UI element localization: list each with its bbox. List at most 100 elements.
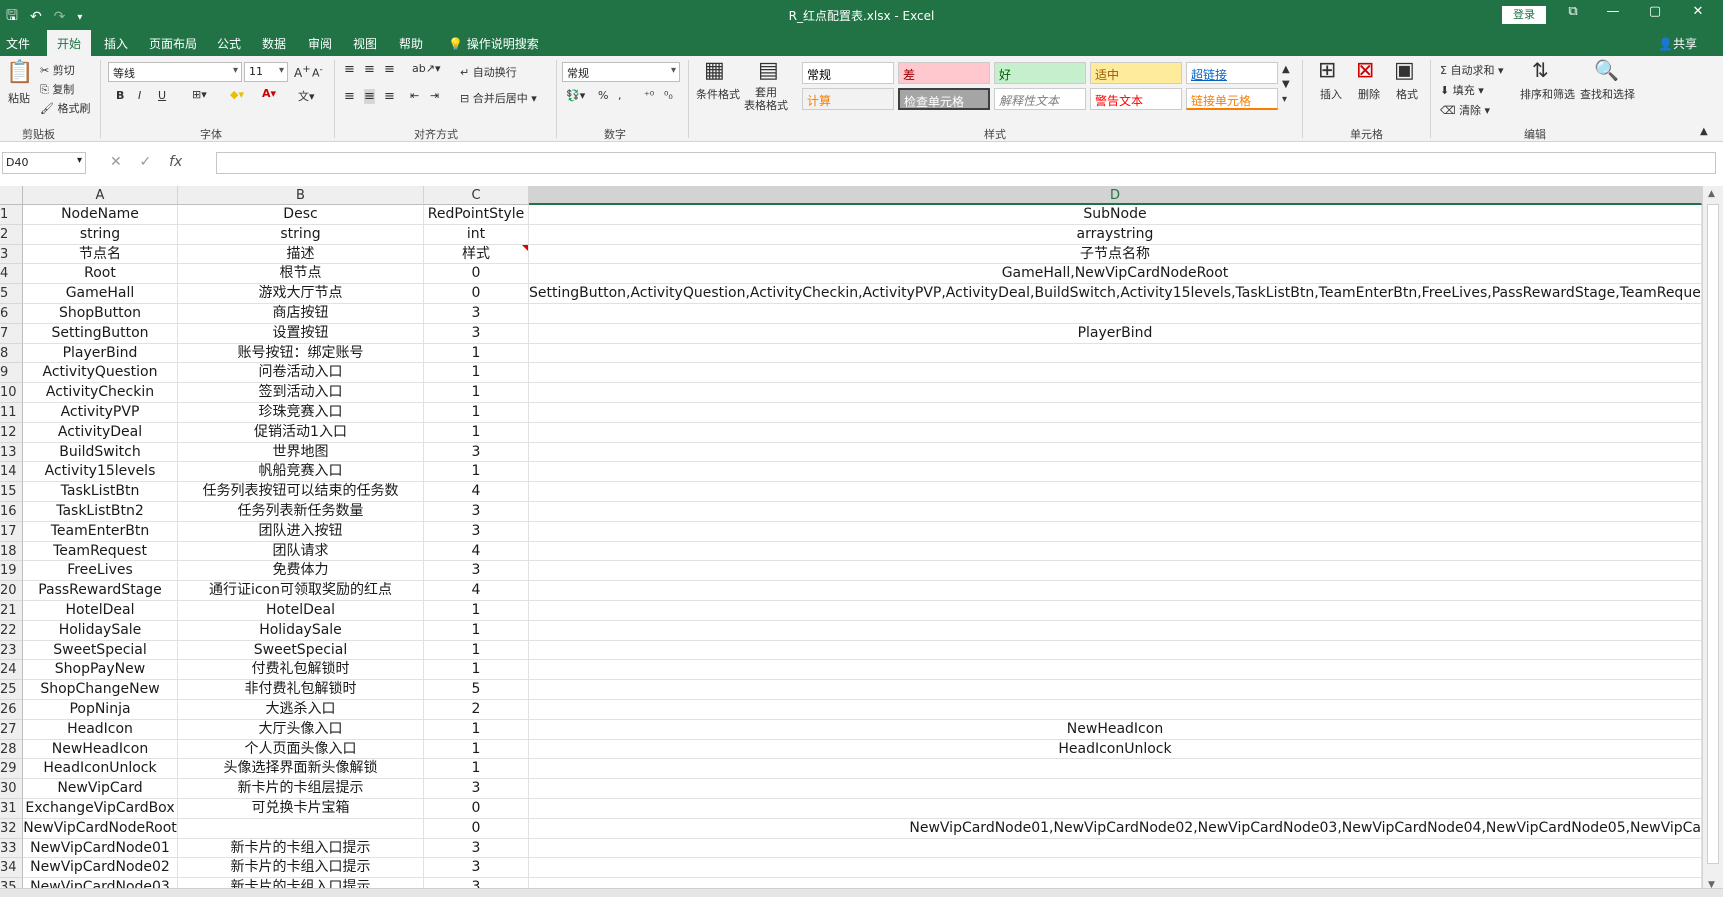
row-header[interactable]: 34: [0, 858, 23, 879]
minimize-icon[interactable]: —: [1590, 4, 1636, 19]
sort-filter-button[interactable]: 排序和筛选: [1520, 86, 1575, 102]
cell-a[interactable]: TeamEnterBtn: [23, 521, 178, 542]
cell-b[interactable]: 新卡片的卡组入口提示: [178, 858, 424, 879]
cell-d[interactable]: [529, 700, 1702, 720]
cell-b[interactable]: HotelDeal: [178, 601, 424, 621]
cell-c[interactable]: 1: [424, 462, 529, 483]
cut-button[interactable]: ✂ 剪切: [40, 62, 75, 78]
cell-b[interactable]: 问卷活动入口: [178, 363, 424, 384]
cell-d[interactable]: SettingButton,ActivityQuestion,ActivityC…: [529, 284, 1702, 304]
row-header[interactable]: 12: [0, 422, 23, 443]
cell-c[interactable]: 样式: [424, 244, 529, 265]
cell-a[interactable]: string: [23, 224, 178, 245]
cell-a[interactable]: Activity15levels: [23, 462, 178, 483]
cell-c[interactable]: 3: [424, 521, 529, 542]
cell-c[interactable]: 1: [424, 739, 529, 760]
cell-a[interactable]: 节点名: [23, 244, 178, 265]
login-button[interactable]: 登录: [1502, 6, 1546, 24]
decrease-decimal-icon[interactable]: ⁰₀: [664, 89, 673, 102]
cell-d[interactable]: NewVipCardNode01,NewVipCardNode02,NewVip…: [529, 818, 1702, 839]
increase-decimal-icon[interactable]: ⁺⁰: [644, 89, 654, 102]
cell-d[interactable]: arraystring: [529, 224, 1702, 245]
row-header[interactable]: 28: [0, 739, 23, 760]
borders-icon[interactable]: ⊞▾: [192, 88, 207, 101]
cell-b[interactable]: 大逃杀入口: [178, 700, 424, 720]
cell-d[interactable]: 子节点名称: [529, 244, 1702, 265]
row-header[interactable]: 20: [0, 581, 23, 601]
cell-d[interactable]: [529, 502, 1702, 522]
cell-a[interactable]: TaskListBtn2: [23, 502, 178, 522]
cell-b[interactable]: 帆船竞赛入口: [178, 462, 424, 483]
fill-color-icon[interactable]: ◆▾: [230, 88, 244, 101]
cell-c[interactable]: 3: [424, 858, 529, 879]
cell-c[interactable]: 0: [424, 818, 529, 839]
cell-d[interactable]: [529, 482, 1702, 502]
cell-b[interactable]: 账号按钮：绑定账号: [178, 343, 424, 364]
cell-d[interactable]: [529, 620, 1702, 641]
cell-b[interactable]: HolidaySale: [178, 620, 424, 641]
cell-d[interactable]: SubNode: [529, 205, 1702, 225]
styles-scroll-icon[interactable]: ▲ ▼ ▾: [1282, 62, 1290, 107]
cell-a[interactable]: SweetSpecial: [23, 640, 178, 661]
cell-b[interactable]: 游戏大厅节点: [178, 284, 424, 304]
shrink-font-button[interactable]: A-: [312, 64, 323, 80]
cell-d[interactable]: PlayerBind: [529, 323, 1702, 344]
cell-b[interactable]: 非付费礼包解锁时: [178, 680, 424, 700]
percent-icon[interactable]: %: [598, 89, 608, 102]
cell-b[interactable]: 商店按钮: [178, 304, 424, 324]
increase-indent-icon[interactable]: ⇥: [430, 89, 439, 102]
row-header[interactable]: 24: [0, 660, 23, 681]
row-header[interactable]: 5: [0, 284, 23, 304]
align-top-icon[interactable]: ≡: [344, 62, 355, 77]
column-header-c[interactable]: C: [424, 186, 529, 205]
style-good[interactable]: 好: [994, 62, 1086, 84]
paste-icon[interactable]: 📋: [6, 60, 33, 85]
cell-a[interactable]: NodeName: [23, 205, 178, 225]
row-header[interactable]: 6: [0, 304, 23, 324]
cell-a[interactable]: BuildSwitch: [23, 442, 178, 463]
format-cells-button[interactable]: 格式: [1396, 86, 1418, 102]
cell-d[interactable]: GameHall,NewVipCardNodeRoot: [529, 264, 1702, 285]
cell-d[interactable]: [529, 640, 1702, 661]
row-header[interactable]: 10: [0, 383, 23, 403]
cell-d[interactable]: HeadIconUnlock: [529, 739, 1702, 760]
cell-a[interactable]: ExchangeVipCardBox: [23, 799, 178, 819]
style-explanatory[interactable]: 解释性文本: [994, 88, 1086, 110]
cell-a[interactable]: GameHall: [23, 284, 178, 304]
cell-a[interactable]: ActivityCheckin: [23, 383, 178, 403]
italic-button[interactable]: I: [138, 89, 141, 102]
cell-a[interactable]: TaskListBtn: [23, 482, 178, 502]
cell-b[interactable]: 根节点: [178, 264, 424, 285]
cell-c[interactable]: 1: [424, 719, 529, 740]
wrap-text-button[interactable]: ↵ 自动换行: [460, 64, 517, 80]
collapse-ribbon-icon[interactable]: ▲: [1700, 126, 1708, 137]
align-bottom-icon[interactable]: ≡: [384, 62, 395, 77]
tab-file[interactable]: 文件: [6, 35, 30, 52]
style-normal[interactable]: 常规: [802, 62, 894, 84]
style-neutral[interactable]: 适中: [1090, 62, 1182, 84]
style-linked-cell[interactable]: 链接单元格: [1186, 88, 1278, 110]
maximize-icon[interactable]: ▢: [1632, 4, 1678, 19]
grow-font-button[interactable]: A+: [294, 64, 311, 80]
cell-b[interactable]: 设置按钮: [178, 323, 424, 344]
font-color-icon[interactable]: A▾: [262, 87, 276, 100]
formula-input[interactable]: [216, 152, 1716, 174]
cell-b[interactable]: 个人页面头像入口: [178, 739, 424, 760]
cell-c[interactable]: 3: [424, 323, 529, 344]
cell-c[interactable]: 3: [424, 442, 529, 463]
delete-cells-button[interactable]: 删除: [1358, 86, 1380, 102]
tab-review[interactable]: 审阅: [308, 35, 332, 52]
cell-c[interactable]: 1: [424, 403, 529, 423]
cell-b[interactable]: [178, 818, 424, 839]
orientation-icon[interactable]: ab↗▾: [412, 62, 440, 75]
row-header[interactable]: 13: [0, 442, 23, 463]
cell-b[interactable]: 珍珠竞赛入口: [178, 403, 424, 423]
copy-button[interactable]: ⎘ 复制: [40, 81, 74, 97]
cell-c[interactable]: 1: [424, 601, 529, 621]
tab-home[interactable]: 开始: [47, 30, 92, 56]
cell-c[interactable]: 3: [424, 561, 529, 582]
row-header[interactable]: 2: [0, 224, 23, 245]
cell-c[interactable]: RedPointStyle: [424, 205, 529, 225]
phonetic-icon[interactable]: 文▾: [298, 88, 315, 104]
cell-d[interactable]: [529, 680, 1702, 700]
